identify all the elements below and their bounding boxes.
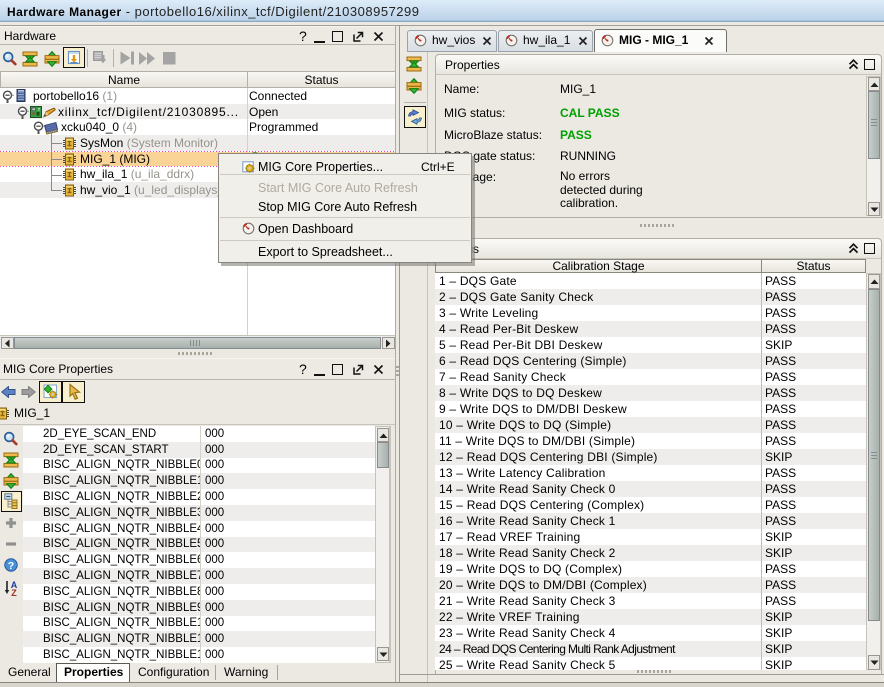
svg-text:Z: Z <box>11 588 17 597</box>
svg-text:?: ? <box>8 560 14 572</box>
